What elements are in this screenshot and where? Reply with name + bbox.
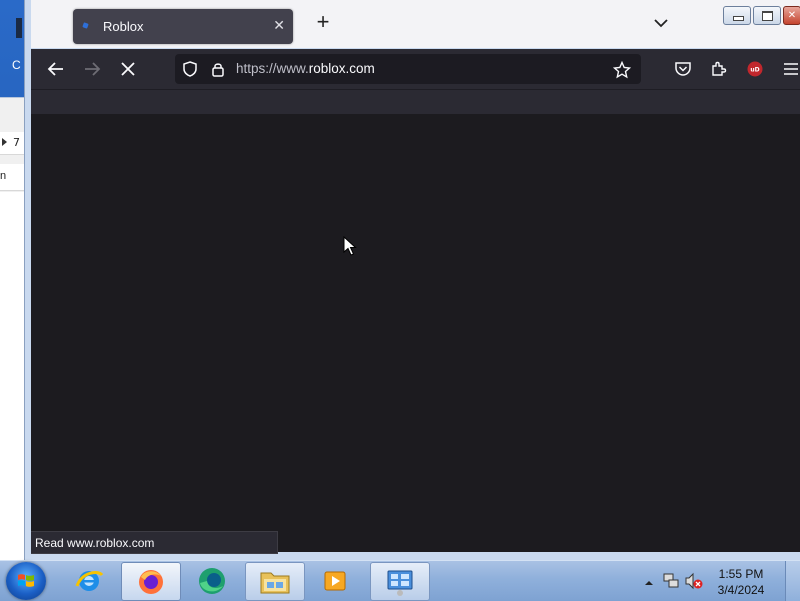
background-window-row-text: n xyxy=(0,170,7,182)
taskbar-internet-explorer[interactable] xyxy=(60,562,118,599)
status-text: Read www.roblox.com xyxy=(35,536,155,550)
taskbar-windows-explorer[interactable] xyxy=(245,562,305,601)
taskbar-media-player[interactable] xyxy=(306,562,364,599)
url-domain: roblox.com xyxy=(308,61,375,76)
url-text[interactable]: https://www.roblox.com xyxy=(236,61,375,76)
forward-arrow-icon xyxy=(85,62,101,76)
taskbar: 1:55 PM 3/4/2024 xyxy=(0,560,800,601)
back-button[interactable] xyxy=(44,57,68,81)
ie-icon xyxy=(75,570,104,591)
ublock-origin-button[interactable]: uD xyxy=(746,60,764,78)
chevron-up-icon xyxy=(645,581,653,585)
network-tray-button[interactable] xyxy=(662,572,680,595)
taskbar-edge[interactable] xyxy=(183,562,241,599)
back-arrow-icon xyxy=(47,62,63,76)
mouse-cursor-icon xyxy=(343,235,357,261)
window-caption-buttons: ✕ xyxy=(723,6,800,25)
folder-icon xyxy=(260,572,290,593)
background-window-row-text: 7 xyxy=(13,136,20,149)
url-bar[interactable]: https://www.roblox.com xyxy=(175,54,641,84)
media-player-icon xyxy=(324,571,346,590)
clock-time: 1:55 PM xyxy=(718,567,764,581)
windows-logo-icon xyxy=(18,574,34,587)
svg-text:uD: uD xyxy=(750,67,759,74)
chevron-down-icon xyxy=(654,19,668,28)
bookmarks-toolbar xyxy=(31,89,800,115)
tab-roblox[interactable]: Roblox ✕ xyxy=(73,9,293,44)
maximize-icon xyxy=(762,11,773,21)
navigation-toolbar: https://www.roblox.com uD xyxy=(31,49,800,89)
app-menu-button[interactable] xyxy=(782,60,800,78)
show-hidden-icons-button[interactable] xyxy=(644,575,654,593)
tab-strip: Roblox ✕ + xyxy=(31,0,800,48)
taskbar-firefox[interactable] xyxy=(121,562,181,601)
status-panel: Read www.roblox.com xyxy=(31,531,278,554)
puzzle-icon xyxy=(712,61,727,76)
show-desktop-button[interactable] xyxy=(785,561,800,601)
pocket-icon xyxy=(675,62,691,76)
tracking-protection-shield-icon[interactable] xyxy=(182,61,198,77)
extensions-button[interactable] xyxy=(710,60,728,78)
close-icon: ✕ xyxy=(787,9,797,21)
stop-icon xyxy=(121,62,135,76)
clock-date: 3/4/2024 xyxy=(717,583,765,597)
forward-button[interactable] xyxy=(80,57,104,81)
hamburger-menu-icon xyxy=(784,63,798,75)
roblox-favicon-icon xyxy=(82,22,89,29)
volume-tray-button[interactable] xyxy=(684,572,704,595)
clock[interactable]: 1:55 PM 3/4/2024 xyxy=(706,566,776,598)
firefox-icon xyxy=(139,569,163,594)
background-window-icon xyxy=(16,18,22,38)
taskbar-control-panel[interactable] xyxy=(370,562,430,601)
background-window-pane xyxy=(0,192,25,561)
background-window-title-text: C xyxy=(12,58,21,72)
url-prefix: https://www. xyxy=(236,61,309,76)
firefox-window: Roblox ✕ + ✕ https://www.roblox.com uD R… xyxy=(24,0,800,560)
tab-title: Roblox xyxy=(103,19,144,34)
control-panel-icon xyxy=(387,570,413,596)
page-content[interactable] xyxy=(31,114,800,552)
close-window-button[interactable]: ✕ xyxy=(783,6,800,25)
network-icon xyxy=(663,573,679,588)
expand-arrow-icon xyxy=(2,138,7,146)
lock-icon[interactable] xyxy=(210,61,226,77)
list-all-tabs-button[interactable] xyxy=(651,14,671,32)
edge-icon xyxy=(199,567,225,594)
start-button[interactable] xyxy=(6,562,46,600)
ublock-origin-icon: uD xyxy=(747,61,763,77)
new-tab-button[interactable]: + xyxy=(312,11,334,34)
pocket-button[interactable] xyxy=(674,60,692,78)
system-tray: 1:55 PM 3/4/2024 xyxy=(640,561,800,601)
close-tab-icon[interactable]: ✕ xyxy=(273,17,285,34)
volume-muted-icon xyxy=(685,572,703,590)
minimize-button[interactable] xyxy=(723,6,751,25)
maximize-button[interactable] xyxy=(753,6,781,25)
star-icon xyxy=(612,60,632,79)
minimize-icon xyxy=(733,16,744,21)
bookmark-star-button[interactable] xyxy=(612,60,632,79)
stop-loading-button[interactable] xyxy=(116,57,140,81)
